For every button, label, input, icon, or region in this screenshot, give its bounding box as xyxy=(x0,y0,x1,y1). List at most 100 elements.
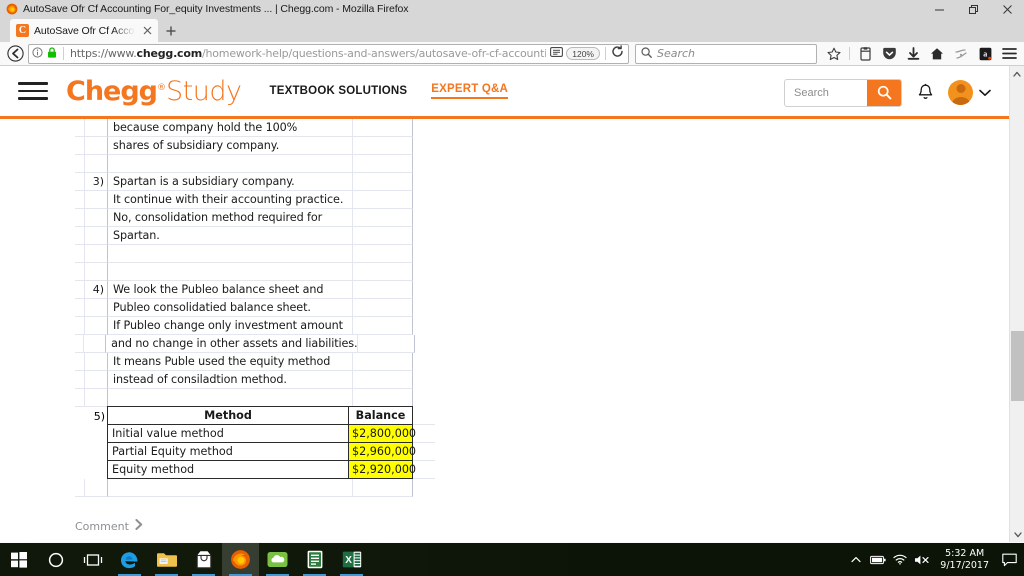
reload-icon[interactable] xyxy=(611,44,624,63)
scrollbar-thumb[interactable] xyxy=(1011,331,1024,401)
sheet-cell-d xyxy=(353,227,413,245)
minimize-button[interactable] xyxy=(922,0,956,18)
sheet-cell-a xyxy=(75,245,85,263)
cortana-button[interactable] xyxy=(37,543,74,576)
column-header-balance: Balance xyxy=(348,406,413,425)
tab-close-icon[interactable] xyxy=(140,24,154,38)
table-row: Initial value method $2,800,000 xyxy=(75,424,435,443)
amazon-icon[interactable]: a xyxy=(974,44,996,64)
browser-search-bar[interactable]: Search xyxy=(635,43,817,64)
sheet-cell-d xyxy=(353,299,413,317)
table-row: Partial Equity method $2,960,000 xyxy=(75,442,435,461)
notifications-bell-icon[interactable] xyxy=(914,80,936,106)
show-hidden-icons-button[interactable] xyxy=(845,543,867,576)
sheet-cell-e xyxy=(413,263,435,281)
line-text: Publeo consolidatied balance sheet. xyxy=(113,301,311,314)
sheet-cell-text: Spartan. xyxy=(108,227,353,245)
sheet-cell-number xyxy=(85,191,108,209)
comment-link[interactable]: Comment xyxy=(75,519,1009,533)
svg-text:a: a xyxy=(983,49,987,58)
site-menu-icon[interactable] xyxy=(18,80,48,102)
column-header-method: Method xyxy=(107,406,349,425)
new-tab-button[interactable] xyxy=(158,19,184,42)
page-scrollbar[interactable] xyxy=(1009,66,1024,542)
taskbar-clock[interactable]: 5:32 AM 9/17/2017 xyxy=(933,543,996,576)
scroll-down-arrow-icon[interactable] xyxy=(1010,527,1024,542)
battery-icon[interactable] xyxy=(867,543,889,576)
nav-textbook-solutions[interactable]: TEXTBOOK SOLUTIONS xyxy=(269,85,407,97)
tab-strip: C AutoSave Ofr Cf Accounting xyxy=(0,18,1024,42)
taskbar-firefox[interactable] xyxy=(222,543,259,576)
sheet-row: 4) We look the Publeo balance sheet and xyxy=(75,281,435,299)
site-search[interactable]: Search xyxy=(784,78,902,107)
sheet-cell-a xyxy=(75,155,85,173)
home-icon[interactable] xyxy=(926,44,948,64)
sheet-cell-number xyxy=(85,263,108,281)
downloads-icon[interactable] xyxy=(902,44,924,64)
sheet-row xyxy=(75,155,435,173)
chegg-study-logo[interactable]: Chegg®Study xyxy=(66,78,242,105)
sheet-cell-text: because company hold the 100% xyxy=(108,119,353,137)
sheet-cell-number xyxy=(85,389,108,407)
taskbar-excel[interactable]: X xyxy=(333,543,370,576)
maximize-restore-button[interactable] xyxy=(956,0,990,18)
brand-registered: ® xyxy=(157,82,167,93)
sheet-cell-number xyxy=(85,245,108,263)
close-button[interactable] xyxy=(990,0,1024,18)
tab-title: AutoSave Ofr Cf Accounting xyxy=(34,24,135,37)
taskbar-file-explorer[interactable] xyxy=(148,543,185,576)
sheet-cell-text xyxy=(108,245,353,263)
sheet-cell-d xyxy=(353,191,413,209)
sheet-cell-text xyxy=(108,263,353,281)
url-bar[interactable]: https://www.chegg.com/homework-help/ques… xyxy=(28,43,629,64)
browser-search-input[interactable]: Search xyxy=(657,47,695,60)
padlock-icon[interactable] xyxy=(47,45,57,63)
sheet-cell-e xyxy=(413,119,435,137)
sheet-cell-a xyxy=(75,281,85,299)
chevron-down-icon[interactable] xyxy=(979,86,991,100)
sheet-cell-d xyxy=(353,281,413,299)
sheet-cell-d xyxy=(353,119,413,137)
line-text: We look the Publeo balance sheet and xyxy=(113,283,324,296)
taskbar-store[interactable] xyxy=(185,543,222,576)
page-info-icon[interactable] xyxy=(32,45,43,63)
sync-icon[interactable] xyxy=(950,44,972,64)
sheet-row: shares of subsidiary company. xyxy=(75,137,435,155)
sheet-cell-number xyxy=(85,371,108,389)
table-header-row: 5) Method Balance xyxy=(75,406,435,425)
reader-view-icon[interactable] xyxy=(550,45,564,63)
chevron-right-icon xyxy=(135,519,143,533)
star-icon[interactable] xyxy=(823,44,845,64)
back-arrow-icon[interactable] xyxy=(4,44,26,64)
avatar[interactable] xyxy=(948,80,973,105)
library-icon[interactable] xyxy=(854,44,876,64)
sheet-cell-a xyxy=(75,119,85,137)
site-search-button[interactable] xyxy=(867,79,901,106)
page-viewport: Chegg®Study TEXTBOOK SOLUTIONS EXPERT Q&… xyxy=(0,66,1024,542)
browser-tab-active[interactable]: C AutoSave Ofr Cf Accounting xyxy=(10,19,158,42)
taskbar-edge[interactable] xyxy=(111,543,148,576)
volume-muted-icon[interactable] xyxy=(911,543,933,576)
sheet-cell-e xyxy=(413,353,435,371)
task-view-button[interactable] xyxy=(74,543,111,576)
sheet-cell-text: It continue with their accounting practi… xyxy=(108,191,353,209)
header-right-group: Search xyxy=(784,66,991,119)
account-menu[interactable] xyxy=(948,80,991,105)
line-text: No, consolidation method required for xyxy=(113,211,323,224)
taskbar-onedrive-app[interactable] xyxy=(259,543,296,576)
scroll-up-arrow-icon[interactable] xyxy=(1010,66,1024,81)
hamburger-menu-icon[interactable] xyxy=(998,44,1020,64)
taskbar-onenote[interactable] xyxy=(296,543,333,576)
sheet-row: It means Puble used the equity method xyxy=(75,353,435,371)
cell-balance: $2,920,000 xyxy=(348,460,416,479)
nav-expert-qa[interactable]: EXPERT Q&A xyxy=(431,83,509,99)
pocket-icon[interactable] xyxy=(878,44,900,64)
action-center-icon[interactable] xyxy=(996,543,1022,576)
start-button[interactable] xyxy=(0,543,37,576)
sheet-cell-number xyxy=(85,137,108,155)
zoom-level-indicator[interactable]: 120% xyxy=(566,47,600,60)
search-icon xyxy=(641,45,652,63)
sheet-row: No, consolidation method required for xyxy=(75,209,435,227)
wifi-icon[interactable] xyxy=(889,543,911,576)
site-search-input[interactable]: Search xyxy=(785,80,867,106)
